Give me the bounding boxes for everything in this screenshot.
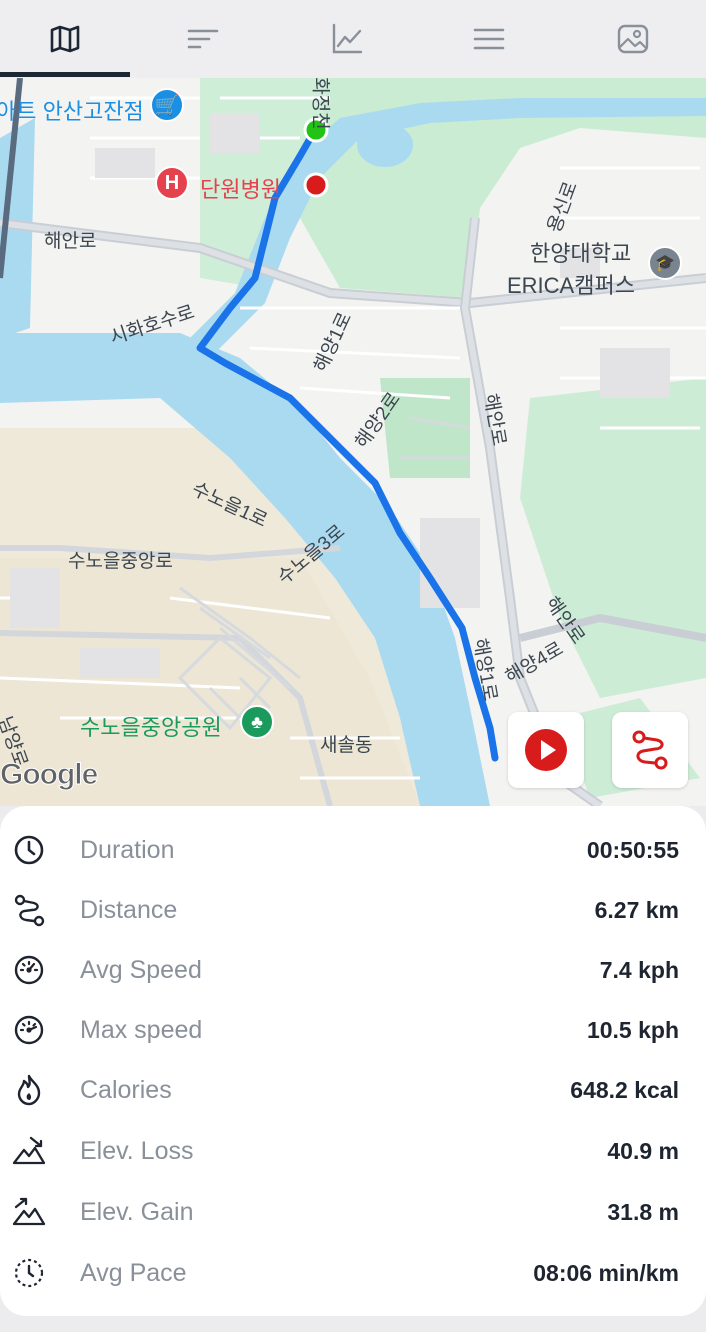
- university-label-2: ERICA캠퍼스: [507, 273, 635, 298]
- tab-menu[interactable]: [424, 0, 554, 78]
- stream-label: 화정천: [309, 78, 331, 130]
- flame-icon: [17, 1074, 41, 1106]
- road-label: 수노을중앙로: [68, 551, 173, 572]
- route-icon: [632, 730, 668, 770]
- stat-row-calories: Calories 648.2 kcal: [0, 1060, 706, 1120]
- stat-row-duration: Duration 00:50:55: [0, 820, 706, 880]
- max-speed-icon: [14, 1015, 44, 1045]
- park-icon[interactable]: ♣: [240, 705, 274, 739]
- stat-label: Duration: [80, 835, 175, 864]
- sort-icon: [187, 29, 219, 49]
- active-tab-indicator: [0, 72, 130, 77]
- menu-icon: [473, 28, 505, 50]
- mart-label: 아트 안산고잔점: [0, 99, 144, 124]
- stat-label: Avg Speed: [80, 955, 202, 984]
- stat-value: 6.27 km: [594, 896, 679, 923]
- play-button[interactable]: [508, 712, 584, 788]
- elevation-gain-icon: [12, 1197, 46, 1226]
- tab-chart[interactable]: [282, 0, 412, 78]
- tab-map[interactable]: [0, 0, 130, 78]
- road-label: 해안로: [44, 231, 97, 252]
- stat-value: 00:50:55: [586, 836, 679, 863]
- stat-label: Avg Pace: [80, 1258, 187, 1287]
- google-logo: Google: [0, 758, 99, 792]
- pace-icon: [14, 1258, 44, 1288]
- park-label: 수노을중앙공원: [80, 715, 222, 740]
- stats-panel: Duration 00:50:55 Distance 6.27 km Avg S…: [0, 806, 706, 1316]
- university-icon[interactable]: 🎓: [648, 246, 682, 280]
- clock-icon: [14, 835, 44, 865]
- hospital-icon[interactable]: H: [155, 166, 189, 200]
- university-label-1: 한양대학교: [530, 241, 632, 266]
- speedometer-icon: [14, 955, 44, 985]
- stat-label: Distance: [80, 895, 178, 924]
- stat-label: Max speed: [80, 1015, 203, 1044]
- stat-row-avg-pace: Avg Pace 08:06 min/km: [0, 1243, 706, 1303]
- stat-value: 40.9 m: [607, 1137, 679, 1164]
- photo-icon: [617, 24, 649, 54]
- stat-row-distance: Distance 6.27 km: [0, 880, 706, 940]
- stat-value: 31.8 m: [607, 1198, 679, 1225]
- route-icon: [14, 894, 45, 927]
- tab-sort[interactable]: [138, 0, 268, 78]
- stat-label: Elev. Gain: [80, 1197, 194, 1226]
- chart-icon: [332, 23, 363, 54]
- stat-row-max-speed: Max speed 10.5 kph: [0, 1000, 706, 1060]
- hospital-label: 단원병원: [200, 177, 281, 202]
- stat-label: Elev. Loss: [80, 1136, 194, 1165]
- shopping-cart-icon[interactable]: 🛒: [150, 88, 184, 122]
- stat-row-avg-speed: Avg Speed 7.4 kph: [0, 940, 706, 1000]
- stat-value: 10.5 kph: [586, 1016, 679, 1043]
- play-icon: [525, 729, 567, 771]
- route-map[interactable]: 🛒 아트 안산고잔점 H 단원병원 🎓 한양대학교 ERICA캠퍼스 ♣ 수노을…: [0, 78, 706, 806]
- area-label: 새솔동: [320, 735, 373, 756]
- tab-bar: [0, 0, 706, 78]
- map-icon: [50, 25, 80, 53]
- stat-value: 08:06 min/km: [533, 1259, 679, 1286]
- route-toggle-button[interactable]: [612, 712, 688, 788]
- stat-row-elevation-gain: Elev. Gain 31.8 m: [0, 1182, 706, 1242]
- stat-value: 7.4 kph: [599, 956, 679, 983]
- tab-photo[interactable]: [568, 0, 698, 78]
- stat-value: 648.2 kcal: [570, 1076, 679, 1103]
- stat-row-elevation-loss: Elev. Loss 40.9 m: [0, 1121, 706, 1181]
- stat-label: Calories: [80, 1075, 172, 1104]
- elevation-loss-icon: [12, 1136, 46, 1165]
